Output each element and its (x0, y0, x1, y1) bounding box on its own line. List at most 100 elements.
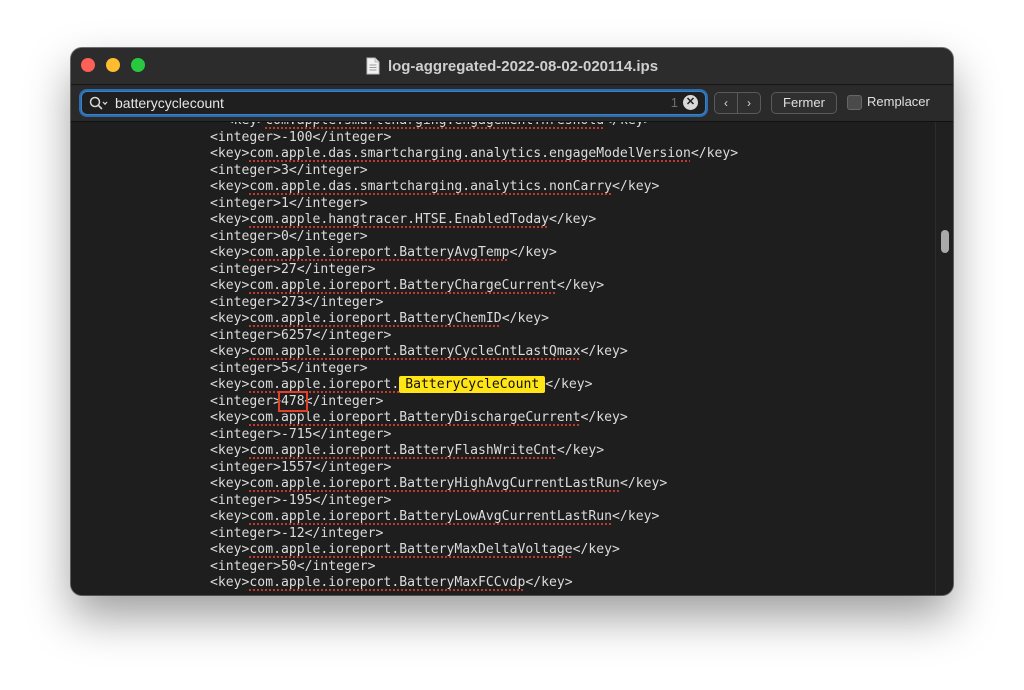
text-line: <integer>6257</integer> (210, 328, 738, 345)
search-icon[interactable] (89, 96, 109, 110)
tag-close: </key> (572, 542, 620, 557)
window-title-group: log-aggregated-2022-08-02-020114.ips (71, 48, 953, 84)
integer-value: 50 (280, 558, 297, 574)
tag-close: </key> (556, 278, 605, 293)
tag-close: </integer> (296, 261, 376, 277)
tag-close: </key> (619, 476, 668, 491)
find-bar: 1 ✕ ‹ › Fermer Remplacer (71, 85, 953, 122)
title-bar: log-aggregated-2022-08-02-020114.ips (71, 48, 953, 85)
tag-close: </integer> (304, 525, 384, 541)
key-name: com.apple.ioreport.BatteryCycleCntLastQm… (249, 344, 581, 359)
tag-close: </integer> (288, 195, 368, 211)
tag-close: </integer> (296, 558, 376, 574)
search-match-highlight: BatteryCycleCount (399, 376, 546, 393)
key-name: com.apple.das.smartcharging.analytics.no… (249, 179, 613, 194)
tag-open: <integer> (210, 492, 281, 508)
text-line: <integer>27</integer> (210, 262, 738, 279)
window-title: log-aggregated-2022-08-02-020114.ips (387, 57, 659, 75)
tag-open: <key> (210, 212, 250, 227)
tag-close: </key> (580, 344, 628, 359)
text-line: <integer>478</integer> (210, 390, 738, 412)
key-name: com.apple.ioreport.BatteryChemID (249, 311, 502, 326)
tag-open: <key> (210, 179, 250, 194)
integer-value: 3 (280, 162, 289, 178)
text-line: <key>com.apple.das.smartcharging.analyti… (210, 179, 738, 196)
clear-search-icon[interactable]: ✕ (683, 95, 698, 110)
tag-close: </key> (604, 122, 651, 128)
key-name: com.apple.ioreport.BatteryMaxFCCvdp (249, 575, 526, 590)
next-match-button[interactable]: › (737, 92, 761, 114)
tag-close: </key> (548, 212, 597, 227)
tag-open: <key> (210, 146, 250, 161)
search-input[interactable] (115, 93, 635, 113)
document-icon (366, 57, 380, 75)
tag-open: <key> (210, 377, 250, 392)
previous-match-button[interactable]: ‹ (714, 92, 738, 114)
tag-open: <key> (210, 344, 250, 359)
text-line: <integer>-195</integer> (210, 493, 738, 510)
text-line: <integer>-715</integer> (210, 427, 738, 444)
replace-label[interactable]: Remplacer (867, 94, 930, 109)
textedit-window: log-aggregated-2022-08-02-020114.ips 1 ✕… (71, 48, 953, 595)
integer-value: 5 (280, 360, 289, 376)
tag-close: </integer> (288, 228, 368, 244)
tag-close: </key> (612, 179, 660, 194)
text-line: <key>com.apple.ioreport.BatteryCycleCntL… (210, 344, 738, 361)
match-count: 1 (670, 95, 678, 110)
text-line: <key>com.apple.das.smartcharging.analyti… (210, 146, 738, 163)
search-field[interactable]: 1 ✕ (81, 91, 706, 115)
tag-close: </key> (690, 146, 739, 161)
tag-open: <integer> (210, 393, 281, 409)
text-line: <integer>-12</integer> (210, 526, 738, 543)
text-line: <integer>-100</integer> (210, 130, 738, 147)
text-line: <key>com.apple.ioreport.BatteryFlashWrit… (210, 443, 738, 460)
tag-close: </key> (501, 311, 549, 326)
key-name: com.apple.ioreport.BatteryMaxDeltaVoltag… (249, 542, 573, 557)
integer-value: 0 (280, 228, 289, 244)
key-name: com.apple.ioreport.BatteryDischargeCurre… (249, 410, 581, 425)
text-line: <key>com.apple.ioreport.BatteryDischarge… (210, 410, 738, 427)
key-name: com.apple.smartcharging.engagementThresh… (265, 122, 604, 128)
tag-open: <integer> (210, 426, 281, 442)
tag-close: </integer> (312, 129, 392, 145)
text-line: <key>com.apple.ioreport.BatteryMaxFCCvdp… (210, 575, 738, 592)
cycle-count-value: 478 (277, 390, 308, 412)
tag-open: <key> (210, 476, 250, 491)
text-line: <integer>50</integer> (210, 559, 738, 576)
text-line: <key>com.apple.ioreport.BatteryLowAvgCur… (210, 509, 738, 526)
text-line: <integer>3</integer> (210, 163, 738, 180)
tag-open: <key> (210, 575, 250, 590)
scrollbar-thumb[interactable] (941, 230, 949, 253)
tag-open: <key> (210, 278, 250, 293)
tag-open: <integer> (210, 558, 281, 574)
tag-close: </integer> (312, 426, 392, 442)
tag-close: </key> (545, 377, 593, 392)
tag-open: <integer> (210, 261, 281, 277)
integer-value: -715 (280, 426, 313, 442)
tag-close: </integer> (312, 327, 392, 343)
key-name: com.apple.ioreport.BatteryLowAvgCurrentL… (249, 509, 613, 524)
tag-open: <integer> (210, 360, 281, 376)
tag-open: <key> (210, 122, 265, 128)
tag-close: </integer> (312, 492, 392, 508)
key-name: com.apple.ioreport.BatteryHighAvgCurrent… (249, 476, 620, 491)
text-line: <integer>273</integer> (210, 295, 738, 312)
tag-close: </integer> (312, 459, 392, 475)
integer-value: -12 (280, 525, 305, 541)
close-find-button[interactable]: Fermer (771, 92, 837, 114)
tag-close: </key> (556, 443, 605, 458)
vertical-scrollbar[interactable] (935, 122, 953, 595)
text-line: <integer>5</integer> (210, 361, 738, 378)
integer-value: 27 (280, 261, 297, 277)
document-text-area[interactable]: <key>com.apple.smartcharging.engagementT… (71, 122, 935, 595)
text-line: <key>com.apple.hangtracer.HTSE.EnabledTo… (210, 212, 738, 229)
tag-open: <integer> (210, 162, 281, 178)
tag-open: <key> (210, 410, 250, 425)
text-line: <integer>1557</integer> (210, 460, 738, 477)
text-line: <integer>0</integer> (210, 229, 738, 246)
tag-open: <key> (210, 245, 250, 260)
replace-checkbox[interactable] (847, 95, 862, 110)
tag-open: <integer> (210, 459, 281, 475)
tag-close: </key> (509, 245, 557, 260)
integer-value: -195 (280, 492, 313, 508)
